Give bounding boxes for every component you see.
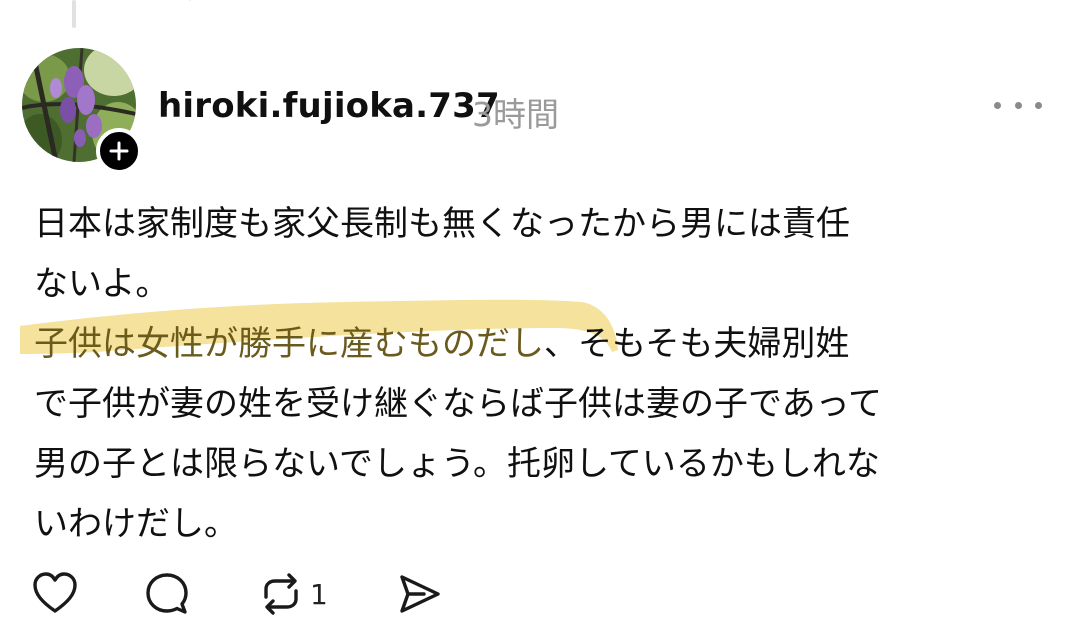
post-text-segment: で子供が妻の姓を受け継ぐならば子供は妻の子であって	[34, 384, 882, 424]
post-text-segment: 日本は家制度も家父長制も無くなったから男には責任	[34, 204, 850, 244]
previous-reply-icon[interactable]	[330, 0, 374, 6]
send-icon	[400, 575, 440, 613]
highlighted-text-segment: 子供は女性が勝手に産むものだし	[34, 324, 544, 364]
thread-connector-line	[72, 0, 76, 28]
post-action-bar: 1	[30, 566, 530, 620]
like-button[interactable]	[30, 566, 80, 620]
post-text-line: 日本は家制度も家父長制も無くなったから男には責任	[34, 194, 1034, 254]
post-text-segment: いわけだし。	[34, 504, 238, 544]
post-text-segment: 、そもそも夫婦別姓	[544, 324, 850, 364]
post-text-line: いわけだし。	[34, 494, 1034, 554]
previous-post-action-bar	[150, 0, 610, 6]
post-text-segment: 男の子とは限らないでしょう。托卵しているかもしれな	[34, 444, 880, 484]
share-button[interactable]	[394, 566, 444, 620]
threads-post-screen: hiroki.fujioka.737 3時間 日本は家制度も家父長制も無くなった…	[0, 0, 1072, 620]
repost-count: 1	[310, 577, 328, 611]
plus-icon	[109, 141, 129, 161]
more-options-button[interactable]	[994, 88, 1042, 122]
post-text: 日本は家制度も家父長制も無くなったから男には責任 ないよ。 子供は女性が勝手に産…	[34, 194, 1034, 554]
reply-button[interactable]	[142, 566, 192, 620]
more-dot-icon	[1014, 101, 1022, 109]
previous-share-icon[interactable]	[564, 0, 604, 6]
post-text-line: ないよ。	[34, 254, 1034, 314]
comment-icon	[146, 573, 188, 614]
post-timestamp: 3時間	[472, 95, 559, 134]
author-avatar-container[interactable]	[22, 48, 142, 174]
author-username[interactable]: hiroki.fujioka.737	[158, 86, 500, 126]
previous-repost-icon[interactable]	[460, 0, 504, 6]
more-dot-icon	[1035, 101, 1042, 109]
post-text-segment: ないよ。	[34, 264, 170, 304]
repost-icon	[264, 573, 298, 615]
post-text-line: 子供は女性が勝手に産むものだし、そもそも夫婦別姓	[34, 314, 1034, 374]
repost-button[interactable]: 1	[256, 566, 328, 620]
post-text-line: 男の子とは限らないでしょう。托卵しているかもしれな	[34, 434, 1034, 494]
previous-like-icon[interactable]	[170, 0, 210, 6]
heart-icon	[33, 572, 77, 613]
more-dot-icon	[994, 101, 1001, 109]
follow-plus-button[interactable]	[96, 128, 142, 174]
post-text-line: で子供が妻の姓を受け継ぐならば子供は妻の子であって	[34, 374, 1034, 434]
